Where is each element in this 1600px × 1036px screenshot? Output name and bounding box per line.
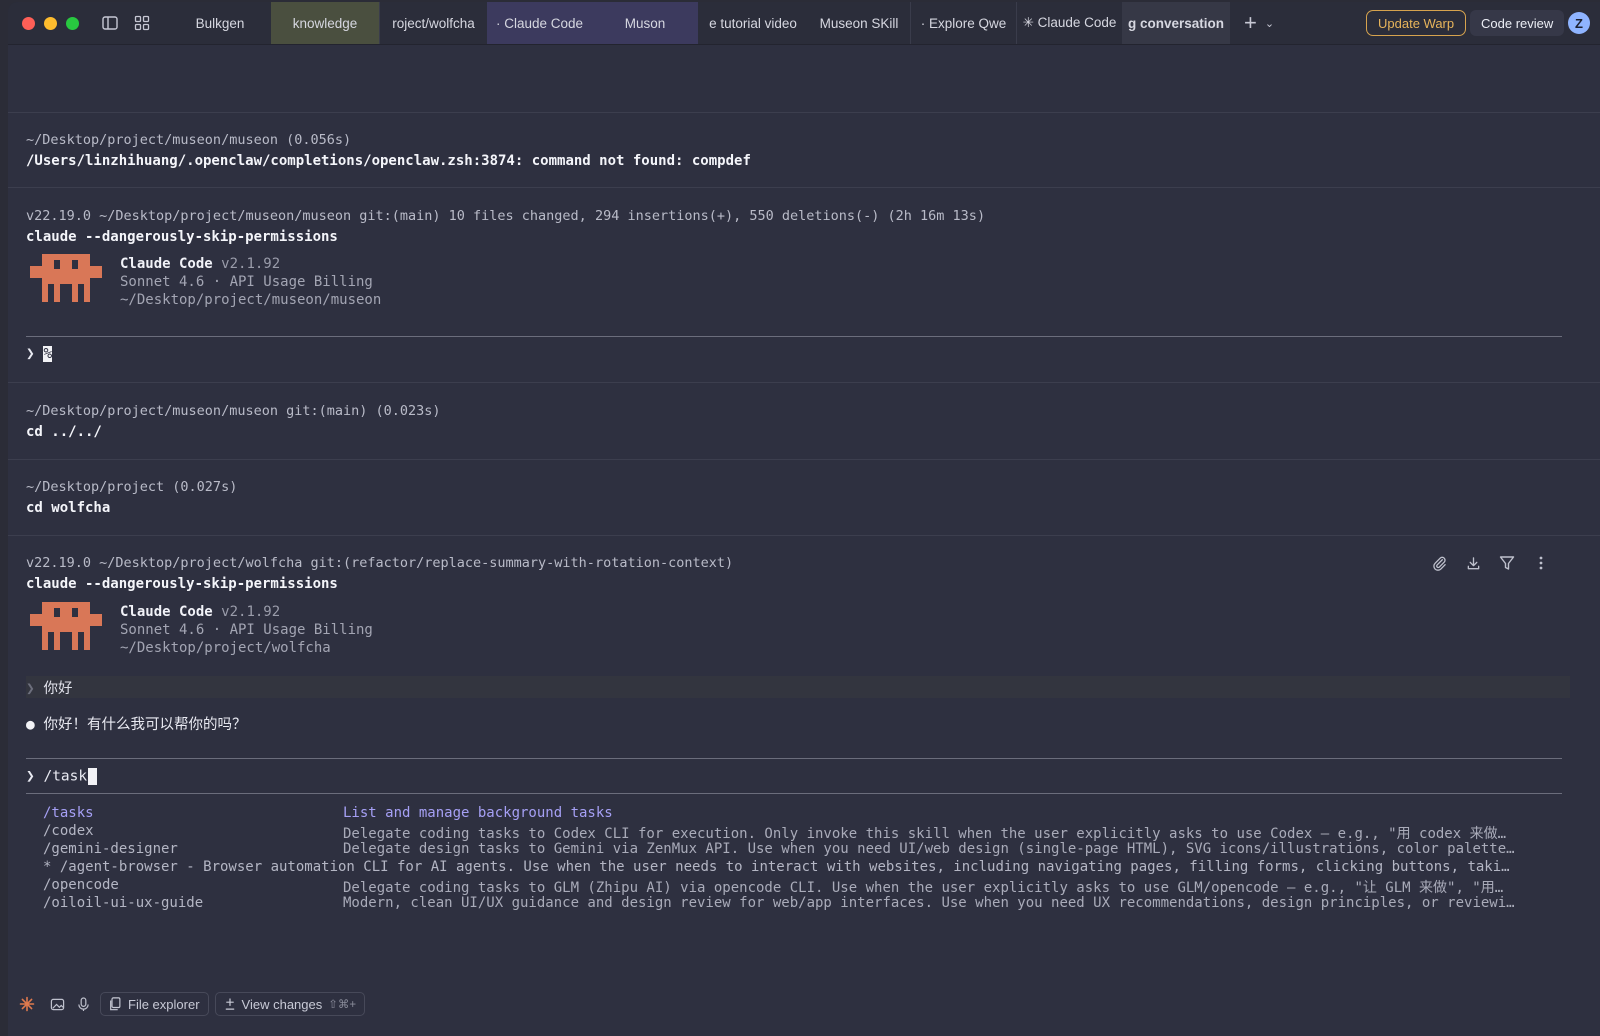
assistant-reply: ● 你好！有什么我可以帮你的吗？ [26, 713, 246, 734]
claude-prompt: ❯ % [26, 346, 53, 362]
app-version: v2.1.92 [221, 604, 281, 620]
tab-project-wolfcha[interactable]: roject/wolfcha [379, 2, 487, 44]
block-command: cd wolfcha [26, 500, 111, 516]
tab-bulkgen[interactable]: Bulkgen [169, 2, 271, 44]
block-command: cd ../../ [26, 424, 102, 440]
view-changes-button[interactable]: View changes ⇧⌘+ [214, 992, 366, 1016]
zoom-window-button[interactable] [66, 16, 79, 30]
working-directory: ~/Desktop/project/museon/museon [120, 292, 382, 308]
prompt-text: % [43, 346, 53, 362]
input-divider-bottom [26, 793, 1562, 794]
tab-conversation[interactable]: g conversation [1122, 2, 1230, 44]
download-icon[interactable] [1465, 555, 1481, 571]
working-directory: ~/Desktop/project/wolfcha [120, 640, 331, 656]
traffic-lights [22, 16, 79, 30]
block-separator [8, 112, 1600, 113]
filter-icon[interactable] [1499, 555, 1515, 571]
suggestion-description: List and manage background tasks [343, 805, 613, 821]
code-review-button[interactable]: Code review [1470, 10, 1565, 36]
block-actions [1431, 555, 1549, 571]
block-command: claude --dangerously-skip-permissions [26, 576, 338, 592]
claude-spark-icon[interactable] [16, 993, 38, 1015]
user-message-chevron: ❯ [26, 681, 35, 697]
diff-icon [225, 997, 234, 1010]
suggestion-command[interactable]: /tasks [43, 805, 94, 821]
tab-muson[interactable]: Muson [592, 2, 698, 44]
app-name: Claude Code [120, 256, 213, 272]
suggestion-description: Delegate design tasks to Gemini via ZenM… [343, 841, 1515, 857]
suggestion-command[interactable]: /gemini-designer [43, 841, 178, 857]
model-info: Sonnet 4.6 · API Usage Billing [120, 622, 373, 638]
tab-claude-code-2[interactable]: ✳ Claude Code [1016, 2, 1122, 44]
attach-paperclip-icon[interactable] [1431, 555, 1447, 571]
tab-museon-skill[interactable]: Museon SKill [808, 2, 910, 44]
app-version: v2.1.92 [221, 256, 281, 272]
view-changes-shortcut: ⇧⌘+ [328, 999, 357, 1011]
new-tab-plus-icon[interactable]: + [1244, 10, 1257, 36]
command-input[interactable]: ❯ /task [26, 768, 98, 785]
sidebar-toggle-icon[interactable] [101, 14, 119, 32]
claude-mascot-icon [30, 254, 102, 302]
user-message-highlight [26, 676, 1570, 698]
block-meta: ~/Desktop/project/museon/museon git:(mai… [26, 403, 441, 419]
image-attach-icon[interactable] [46, 993, 68, 1015]
new-tab-menu-chevron-icon[interactable]: ⌄ [1265, 17, 1274, 30]
block-separator [8, 535, 1600, 536]
tab-explore-qwen[interactable]: · Explore Qwe [910, 2, 1016, 44]
model-info: Sonnet 4.6 · API Usage Billing [120, 274, 373, 290]
tab-knowledge[interactable]: knowledge [271, 2, 379, 44]
claude-code-title: Claude Code v2.1.92 [120, 604, 280, 620]
suggestion-command[interactable]: * /agent-browser - Browser automation CL… [43, 859, 1543, 875]
view-changes-label: View changes [241, 996, 323, 1012]
file-explorer-label: File explorer [128, 996, 200, 1012]
prompt-divider [26, 336, 1562, 337]
file-icon [110, 997, 121, 1011]
user-avatar[interactable]: Z [1568, 12, 1590, 34]
block-meta: ~/Desktop/project/museon/museon (0.056s) [26, 132, 352, 148]
prompt-chevron: ❯ [26, 346, 35, 362]
grid-view-icon[interactable] [133, 14, 151, 32]
tab-tutorial-video[interactable]: e tutorial video [698, 2, 808, 44]
more-options-icon[interactable] [1533, 555, 1549, 571]
claude-mascot-icon [30, 602, 102, 650]
claude-code-title: Claude Code v2.1.92 [120, 256, 280, 272]
title-bar: Bulkgen knowledge roject/wolfcha · Claud… [8, 2, 1600, 45]
text-cursor [88, 768, 98, 785]
status-footer: File explorer View changes ⇧⌘+ [8, 990, 1600, 1018]
input-divider-top [26, 758, 1562, 759]
close-window-button[interactable] [22, 16, 35, 30]
terminal-window: Bulkgen knowledge roject/wolfcha · Claud… [8, 2, 1600, 1036]
block-output-error: /Users/linzhihuang/.openclaw/completions… [26, 153, 751, 169]
suggestion-description: Delegate coding tasks to Codex CLI for e… [343, 826, 1507, 842]
reply-bullet: ● [26, 717, 35, 733]
update-warp-button[interactable]: Update Warp [1366, 10, 1467, 36]
suggestion-command[interactable]: /oiloil-ui-ux-guide [43, 895, 203, 911]
app-name: Claude Code [120, 604, 213, 620]
assistant-reply-text: 你好！有什么我可以帮你的吗？ [43, 717, 247, 733]
file-explorer-button[interactable]: File explorer [100, 992, 209, 1016]
block-command: claude --dangerously-skip-permissions [26, 229, 338, 245]
block-separator [8, 459, 1600, 460]
microphone-icon[interactable] [72, 993, 94, 1015]
block-separator [8, 382, 1600, 383]
suggestion-description: Delegate coding tasks to GLM (Zhipu AI) … [343, 880, 1504, 896]
block-meta: v22.19.0 ~/Desktop/project/wolfcha git:(… [26, 555, 734, 571]
block-separator [8, 187, 1600, 188]
suggestion-description: Modern, clean UI/UX guidance and design … [343, 895, 1515, 911]
input-chevron: ❯ [26, 768, 35, 785]
minimize-window-button[interactable] [44, 16, 57, 30]
block-meta: v22.19.0 ~/Desktop/project/museon/museon… [26, 208, 986, 224]
user-message-text: 你好 [43, 681, 73, 697]
suggestion-command[interactable]: /opencode [43, 877, 119, 893]
tab-claude-code-1[interactable]: · Claude Code [487, 2, 592, 44]
tab-bar: Bulkgen knowledge roject/wolfcha · Claud… [169, 2, 1230, 44]
suggestion-command[interactable]: /codex [43, 823, 94, 839]
command-input-text[interactable]: /task [43, 769, 87, 785]
user-message: ❯ 你好 [26, 677, 72, 698]
block-meta: ~/Desktop/project (0.027s) [26, 479, 238, 495]
